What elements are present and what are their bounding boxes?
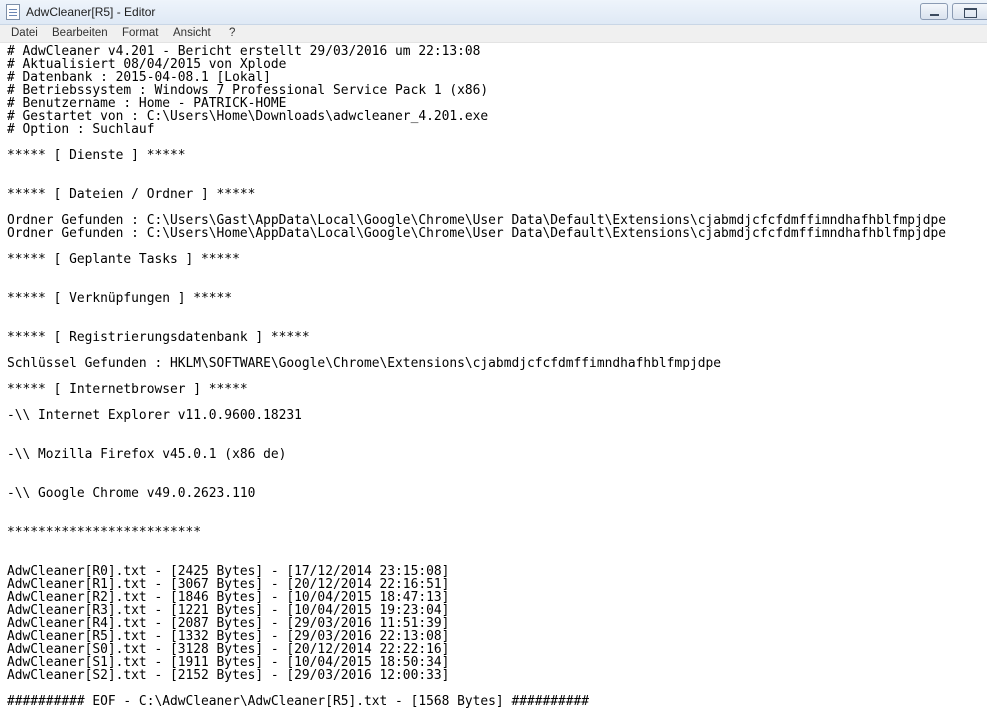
text-line: -\\ Internet Explorer v11.0.9600.18231 (7, 408, 302, 423)
notepad-icon (6, 4, 20, 20)
text-line: ***** [ Internetbrowser ] ***** (7, 382, 248, 397)
text-line: Schlüssel Gefunden : HKLM\SOFTWARE\Googl… (7, 356, 721, 371)
menu-item-datei[interactable]: Datei (11, 27, 38, 39)
text-line: ***** [ Dienste ] ***** (7, 148, 186, 163)
menu-bar: Datei Bearbeiten Format Ansicht ? (0, 25, 987, 43)
menu-item-format[interactable]: Format (122, 27, 158, 39)
text-line: -\\ Google Chrome v49.0.2623.110 (7, 486, 256, 501)
text-line: ########## EOF - C:\AdwCleaner\AdwCleane… (7, 694, 590, 709)
minimize-icon (930, 14, 939, 16)
text-line: ***** [ Registrierungsdatenbank ] ***** (7, 330, 310, 345)
text-line: # Option : Suchlauf (7, 122, 155, 137)
text-editor-area[interactable]: # AdwCleaner v4.201 - Bericht erstellt 2… (0, 43, 987, 714)
text-line: -\\ Mozilla Firefox v45.0.1 (x86 de) (7, 447, 287, 462)
menu-item-bearbeiten[interactable]: Bearbeiten (52, 27, 108, 39)
text-line: Ordner Gefunden : C:\Users\Home\AppData\… (7, 226, 947, 241)
window-title: AdwCleaner[R5] - Editor (26, 5, 156, 19)
text-line: ***** [ Dateien / Ordner ] ***** (7, 187, 256, 202)
document-text: # AdwCleaner v4.201 - Bericht erstellt 2… (7, 45, 946, 708)
text-line: ***** [ Geplante Tasks ] ***** (7, 252, 240, 267)
text-line: AdwCleaner[S2].txt - [2152 Bytes] - [29/… (7, 668, 450, 683)
text-line: ***** [ Verknüpfungen ] ***** (7, 291, 233, 306)
menu-item-help[interactable]: ? (229, 27, 235, 39)
minimize-button[interactable] (920, 3, 948, 20)
text-line: ************************* (7, 525, 202, 540)
maximize-button[interactable] (952, 3, 987, 20)
maximize-icon (964, 8, 977, 18)
menu-item-ansicht[interactable]: Ansicht (173, 27, 211, 39)
title-bar: AdwCleaner[R5] - Editor (0, 0, 987, 25)
